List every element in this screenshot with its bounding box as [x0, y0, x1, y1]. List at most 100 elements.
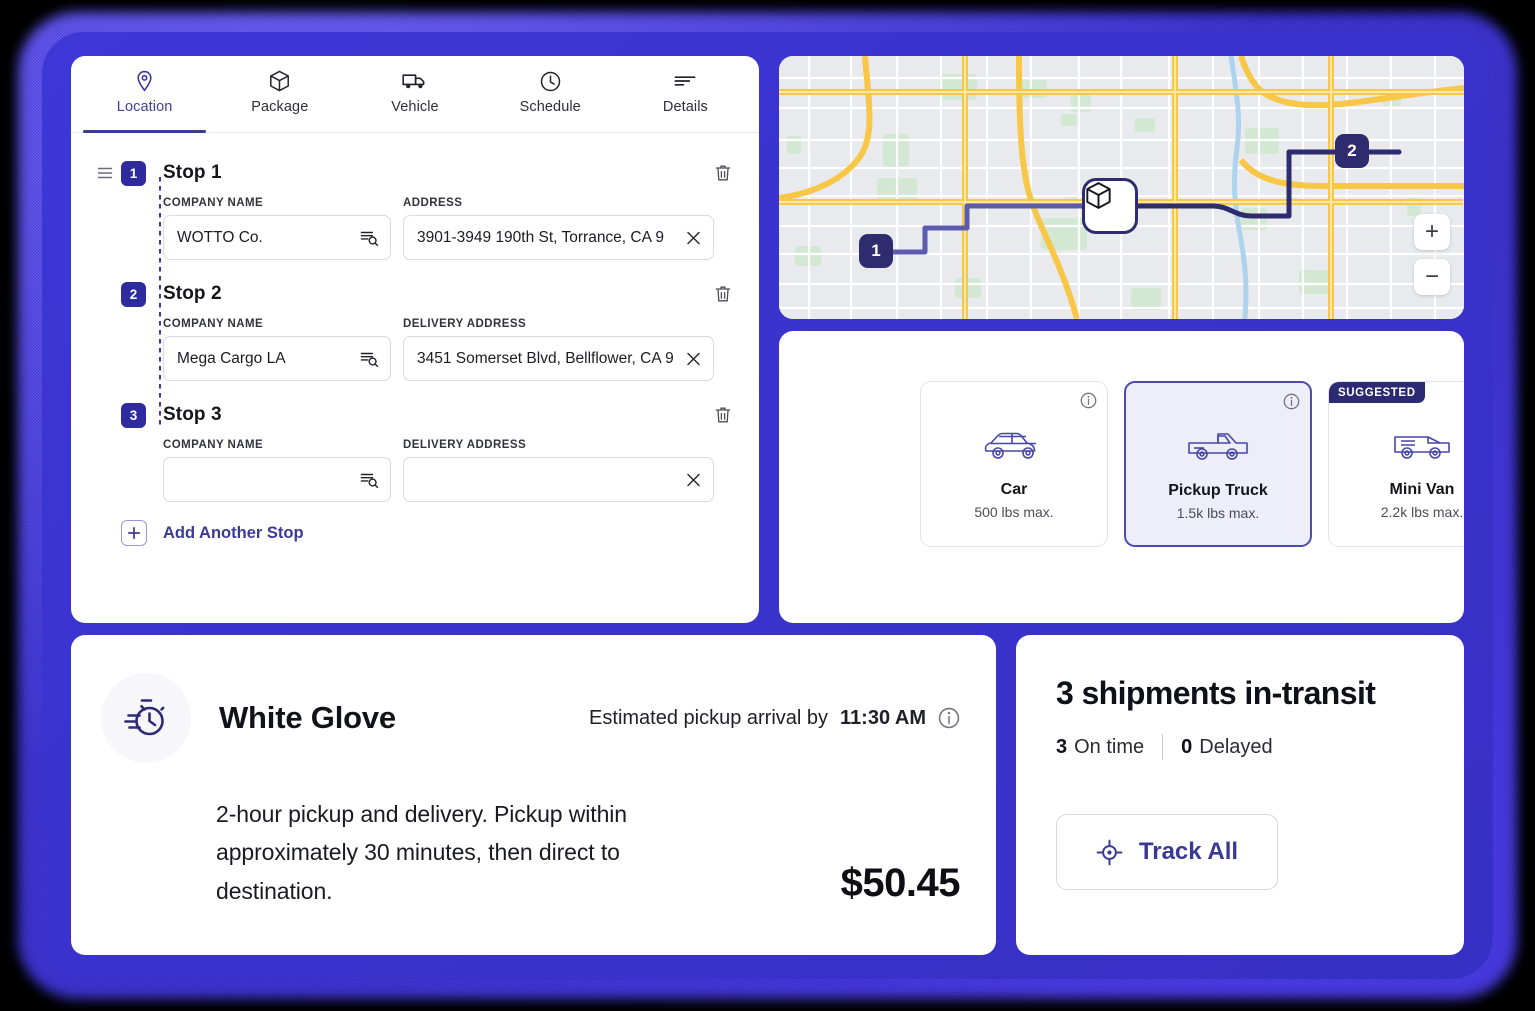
add-another-stop-label: Add Another Stop — [163, 523, 304, 542]
delayed-label: Delayed — [1199, 735, 1273, 758]
suggested-badge: SUGGESTED — [1329, 382, 1425, 403]
eta-prefix: Estimated pickup arrival by — [589, 706, 829, 729]
info-icon[interactable] — [938, 707, 960, 729]
stop-fields: COMPANY NAME — [97, 439, 733, 502]
stop-row: 1 Stop 1 COMPANY NAME WOTTO Co. ADDRESS … — [97, 159, 733, 260]
shipment-form-panel: Location Package Vehicle Schedule Detail… — [71, 56, 759, 623]
company-search-icon[interactable] — [360, 350, 379, 367]
vehicle-card-pickup-truck[interactable]: Pickup Truck 1.5k lbs max. — [1124, 381, 1312, 547]
address-field-group: DELIVERY ADDRESS — [403, 318, 714, 381]
map-pin-2[interactable]: 2 — [1335, 134, 1369, 168]
company-name-label: COMPANY NAME — [163, 318, 264, 330]
stops-list: 1 Stop 1 COMPANY NAME WOTTO Co. ADDRESS … — [71, 133, 759, 546]
in-transit-stats: 3 On time 0 Delayed — [1056, 734, 1424, 760]
address-label: DELIVERY ADDRESS — [403, 439, 527, 451]
delete-stop-icon[interactable] — [713, 404, 733, 426]
crosshair-icon — [1096, 839, 1123, 866]
address-input[interactable] — [404, 458, 713, 501]
route-map-panel[interactable]: 1 2 + − — [779, 56, 1464, 319]
screenshot-root: Location Package Vehicle Schedule Detail… — [0, 0, 1535, 1011]
company-name-label: COMPANY NAME — [163, 197, 264, 209]
address-field-group: ADDRESS — [403, 197, 714, 260]
stop-title: Stop 2 — [163, 283, 222, 304]
stats-divider — [1162, 734, 1164, 760]
service-price: $50.45 — [840, 861, 961, 906]
map-zoom-out-button[interactable]: − — [1414, 259, 1450, 295]
vehicle-capacity: 2.2k lbs max. — [1380, 504, 1464, 520]
map-package-marker[interactable] — [1082, 178, 1138, 234]
map-zoom-in-button[interactable]: + — [1414, 214, 1450, 250]
stop-row: 2 Stop 2 COMPANY NAME Mega Cargo LA DELI… — [97, 280, 733, 381]
vehicle-name: Mini Van — [1389, 481, 1455, 498]
clear-address-icon[interactable] — [685, 471, 702, 488]
tab-label: Location — [116, 99, 173, 115]
company-field-group: COMPANY NAME — [163, 197, 391, 260]
map-pin-icon — [135, 70, 154, 92]
clock-icon — [540, 70, 561, 92]
package-icon — [269, 70, 290, 92]
tab-label: Schedule — [519, 99, 581, 115]
drag-handle-icon[interactable] — [97, 166, 113, 182]
on-time-label: On time — [1074, 735, 1145, 758]
stop-header: Stop 3 — [97, 401, 733, 429]
company-search-icon[interactable] — [360, 229, 379, 246]
address-input-wrap[interactable] — [403, 457, 714, 502]
tab-details[interactable]: Details — [618, 56, 753, 132]
company-search-icon[interactable] — [360, 471, 379, 488]
company-input[interactable] — [164, 216, 390, 259]
map-canvas[interactable]: 1 2 + − — [779, 56, 1464, 319]
map-pin-1[interactable]: 1 — [859, 234, 893, 268]
address-field-group: DELIVERY ADDRESS — [403, 439, 714, 502]
car-icon — [983, 424, 1045, 468]
company-input[interactable] — [164, 458, 390, 501]
delete-stop-icon[interactable] — [713, 283, 733, 305]
stop-number-badge: 1 — [121, 161, 146, 186]
package-icon — [1086, 182, 1111, 209]
service-title: White Glove — [219, 700, 396, 735]
tab-vehicle[interactable]: Vehicle — [347, 56, 482, 132]
stop-fields: COMPANY NAME — [97, 318, 733, 381]
address-input[interactable] — [404, 337, 713, 380]
tab-label: Vehicle — [391, 99, 439, 115]
company-field-group: COMPANY NAME — [163, 439, 391, 502]
clear-address-icon[interactable] — [685, 350, 702, 367]
company-name-label: COMPANY NAME — [163, 439, 264, 451]
tab-package[interactable]: Package — [212, 56, 347, 132]
tab-schedule[interactable]: Schedule — [483, 56, 618, 132]
tab-location[interactable]: Location — [77, 56, 212, 133]
vehicle-selector-panel: Car 500 lbs max. Pickup Truck 1.5k lbs m… — [779, 331, 1464, 623]
track-all-label: Track All — [1138, 838, 1239, 865]
add-another-stop-button[interactable]: Add Another Stop — [97, 520, 733, 546]
address-input-wrap[interactable] — [403, 336, 714, 381]
address-input[interactable] — [404, 216, 713, 259]
address-label: DELIVERY ADDRESS — [403, 318, 527, 330]
company-input-wrap[interactable] — [163, 215, 391, 260]
company-input[interactable] — [164, 337, 390, 380]
vehicle-capacity: 1.5k lbs max. — [1176, 505, 1260, 521]
vehicle-card-track[interactable]: Car 500 lbs max. Pickup Truck 1.5k lbs m… — [920, 381, 1464, 547]
address-input-wrap[interactable] — [403, 215, 714, 260]
address-label: ADDRESS — [403, 197, 463, 209]
delayed-count: 0 — [1181, 735, 1193, 758]
track-all-button[interactable]: Track All — [1056, 814, 1278, 890]
eta-time: 11:30 AM — [840, 706, 926, 729]
stopwatch-icon — [101, 673, 191, 763]
minivan-icon — [1392, 424, 1452, 468]
vehicle-card-car[interactable]: Car 500 lbs max. — [920, 381, 1108, 547]
shipments-in-transit-panel: 3 shipments in-transit 3 On time 0 Delay… — [1016, 635, 1464, 955]
company-input-wrap[interactable] — [163, 336, 391, 381]
eta-row: Estimated pickup arrival by 11:30 AM — [589, 707, 960, 730]
vehicle-card-mini-van[interactable]: SUGGESTED Mini Van 2.2k lbs max. — [1328, 381, 1464, 547]
in-transit-title: 3 shipments in-transit — [1056, 675, 1376, 711]
company-input-wrap[interactable] — [163, 457, 391, 502]
info-icon[interactable] — [1283, 393, 1300, 410]
service-header: White Glove Estimated pickup arrival by … — [71, 635, 996, 763]
form-tabs: Location Package Vehicle Schedule Detail… — [71, 56, 759, 133]
clear-address-icon[interactable] — [685, 229, 702, 246]
stop-header: Stop 1 — [97, 159, 733, 187]
stop-number-badge: 2 — [121, 282, 146, 307]
info-icon[interactable] — [1080, 392, 1097, 409]
delete-stop-icon[interactable] — [713, 162, 733, 184]
truck-icon — [402, 70, 428, 92]
stop-number-badge: 3 — [121, 403, 146, 428]
